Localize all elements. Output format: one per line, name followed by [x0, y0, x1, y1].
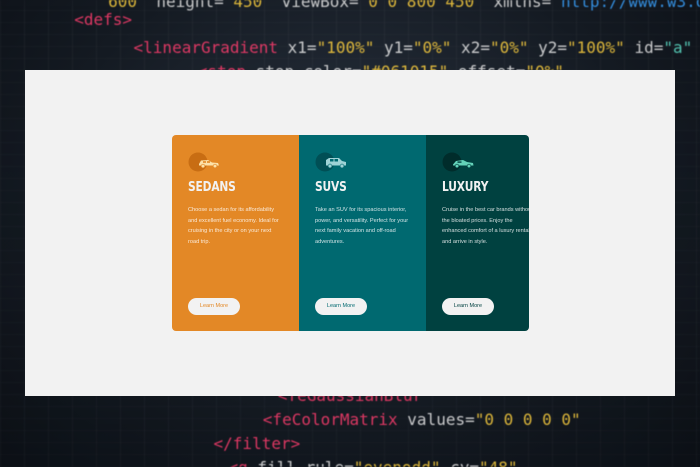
code-line: "600" height="450" viewBox="0 0 800 450"…	[98, 0, 700, 11]
card-sedans: Sedans Choose a sedan for its affordabil…	[172, 135, 299, 331]
code-line: <feColorMatrix values="0 0 0 0 0"	[205, 410, 581, 429]
card-title: Sedans	[188, 180, 236, 195]
card-description: Cruise in the best car brands without th…	[442, 207, 529, 245]
luxury-car-icon	[442, 152, 474, 172]
sedan-car-icon	[188, 152, 219, 172]
preview-panel: Sedans Choose a sedan for its affordabil…	[25, 70, 675, 396]
card-description: Take an SUV for its spacious interior, p…	[315, 207, 409, 245]
code-line: <linearGradient x1="100%" y1="0%" x2="0%…	[95, 38, 693, 57]
card-title: Luxury	[442, 180, 489, 195]
learn-more-button[interactable]: Learn More	[188, 298, 240, 315]
car-category-cards: Sedans Choose a sedan for its affordabil…	[172, 135, 529, 331]
learn-more-button[interactable]: Learn More	[442, 298, 494, 315]
learn-more-button[interactable]: Learn More	[315, 298, 367, 315]
code-line: </filter>	[175, 434, 301, 453]
suv-car-icon	[315, 152, 346, 172]
card-suvs: SUVs Take an SUV for its spacious interi…	[299, 135, 426, 331]
card-description: Choose a sedan for its affordability and…	[188, 207, 279, 245]
card-title: SUVs	[315, 180, 347, 195]
code-line: <g fill-rule="evenodd" cy="48"	[190, 456, 518, 467]
card-luxury: Luxury Cruise in the best car brands wit…	[426, 135, 529, 331]
code-line: <defs>	[55, 10, 133, 29]
